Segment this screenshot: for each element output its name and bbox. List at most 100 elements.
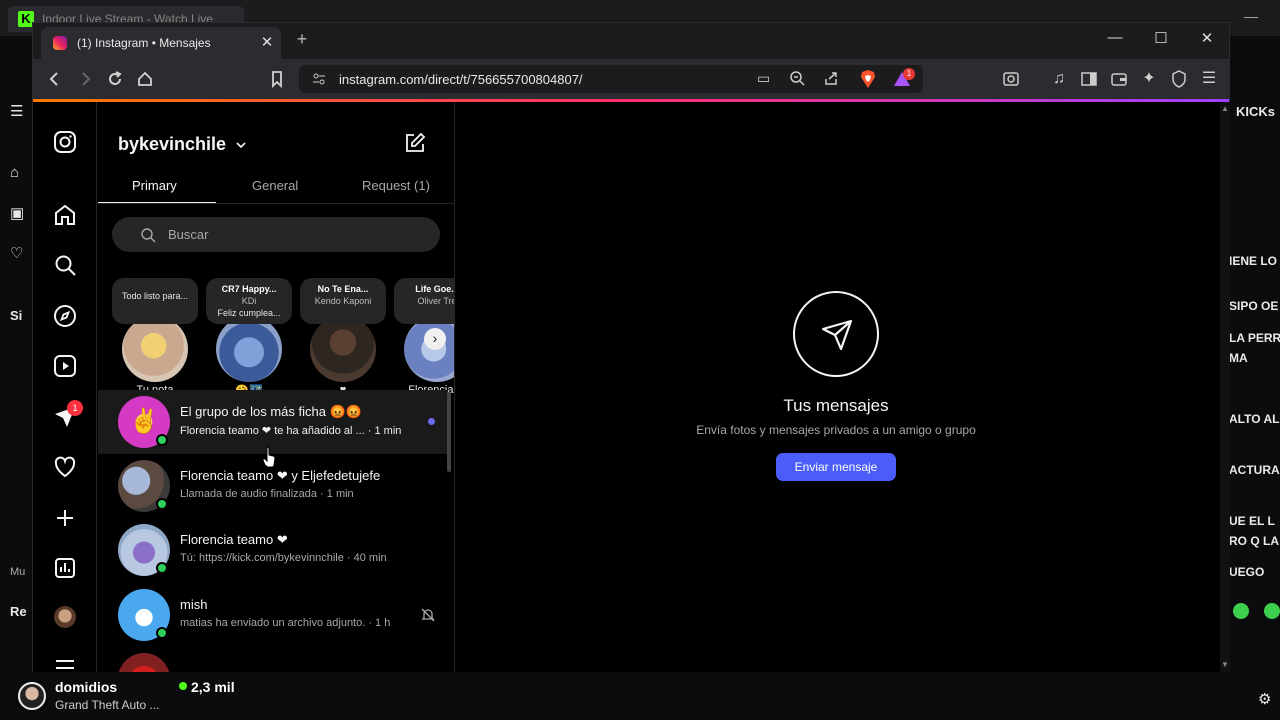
note-text: Todo listo para... — [121, 291, 189, 301]
sidebar-label-re: Re — [10, 604, 27, 619]
tabs-divider — [98, 203, 454, 204]
list-scrollbar[interactable] — [447, 392, 451, 472]
page-scrollbar[interactable]: ▲ ▼ — [1220, 102, 1230, 672]
conversation-preview: Florencia teamo ❤ te ha añadido al ... ·… — [180, 425, 402, 437]
back-icon[interactable] — [45, 69, 65, 89]
empty-state-title: Tus mensajes — [783, 396, 889, 415]
note-avatar[interactable] — [122, 316, 188, 382]
heart-icon[interactable]: ♡ — [10, 244, 30, 264]
tab-close-icon[interactable]: ✕ — [259, 33, 275, 51]
leo-ai-icon[interactable]: ✦ — [1139, 69, 1159, 89]
compose-icon[interactable] — [404, 132, 426, 154]
scroll-up-icon[interactable]: ▲ — [1221, 104, 1229, 113]
share-icon[interactable] — [823, 70, 839, 91]
more-menu-icon[interactable] — [53, 658, 77, 672]
tab-bar: (1) Instagram • Mensajes ✕ + — ☐ ✕ — [33, 23, 1229, 59]
online-status-icon — [156, 562, 168, 574]
conversation-item[interactable]: ✌ El grupo de los más ficha 😡😡 Florencia… — [98, 390, 448, 454]
chat-line: IENE LO — [1229, 254, 1278, 268]
mouse-cursor-icon — [262, 446, 276, 468]
close-window-button[interactable]: ✕ — [1195, 29, 1219, 47]
note-bubble[interactable]: CR7 Happy... KDi Feliz cumplea... — [206, 278, 292, 324]
home-icon[interactable] — [135, 69, 155, 89]
profile-avatar[interactable] — [54, 606, 76, 628]
account-username[interactable]: bykevinchile — [118, 134, 226, 155]
brave-shield-icon[interactable] — [859, 69, 877, 94]
media-icon[interactable]: ♫ — [1049, 69, 1069, 89]
bookmark-icon[interactable] — [267, 69, 287, 89]
menu-icon[interactable]: ☰ — [10, 102, 30, 122]
background-minimize-icon[interactable]: — — [1244, 8, 1258, 24]
conversation-item[interactable]: mish matias ha enviado un archivo adjunt… — [98, 583, 448, 647]
browser-menu-icon[interactable]: ☰ — [1199, 69, 1219, 89]
browser-toolbar: instagram.com/direct/t/756655700804807/ … — [33, 59, 1229, 99]
explore-icon[interactable] — [53, 304, 77, 328]
reels-icon[interactable] — [53, 354, 77, 378]
unread-dot-icon — [428, 418, 435, 425]
new-tab-button[interactable]: + — [293, 29, 311, 50]
streamer-avatar[interactable] — [18, 682, 46, 710]
note-avatar[interactable] — [310, 316, 376, 382]
search-icon — [140, 227, 156, 243]
online-status-icon — [156, 434, 168, 446]
note-text: Feliz cumplea... — [217, 308, 281, 318]
chat-line: ALTO AL — [1229, 412, 1280, 426]
live-dot-icon — [179, 682, 187, 690]
search-icon[interactable] — [53, 253, 77, 277]
tab-instagram[interactable]: (1) Instagram • Mensajes ✕ — [41, 27, 281, 59]
search-box[interactable] — [112, 217, 440, 252]
instagram-logo-icon[interactable] — [53, 130, 77, 154]
tab-primary[interactable]: Primary — [132, 178, 177, 193]
maximize-button[interactable]: ☐ — [1149, 29, 1173, 47]
conversation-list-panel: bykevinchile Primary General Request (1) — [98, 102, 455, 672]
cast-icon[interactable]: ▭ — [757, 70, 770, 87]
chevron-down-icon[interactable] — [234, 138, 248, 152]
note-artist: KDi — [241, 296, 257, 306]
rewards-icon[interactable]: 1 — [893, 68, 915, 92]
url-text: instagram.com/direct/t/756655700804807/ — [339, 72, 583, 87]
streamer-game[interactable]: Grand Theft Auto ... — [55, 698, 160, 712]
settings-icon[interactable]: ⚙ — [1258, 690, 1271, 708]
note-bubble[interactable]: Life Goe... Oliver Tre — [394, 278, 455, 324]
note-song-title: No Te Ena... — [317, 284, 369, 294]
chat-header: KICKs — [1236, 104, 1276, 119]
conversation-name: Florencia teamo ❤ y Eljefedetujefe — [180, 468, 381, 483]
browse-icon[interactable]: ▣ — [10, 204, 30, 224]
conversation-preview: matias ha enviado un archivo adjunto. · … — [180, 617, 391, 629]
address-bar[interactable]: instagram.com/direct/t/756655700804807/ … — [299, 65, 923, 93]
browser-window: (1) Instagram • Mensajes ✕ + — ☐ ✕ insta… — [32, 22, 1230, 672]
create-icon[interactable] — [53, 506, 77, 530]
reload-icon[interactable] — [105, 69, 125, 89]
notifications-icon[interactable] — [53, 455, 77, 479]
streamer-name[interactable]: domidios — [55, 679, 117, 695]
vpn-icon[interactable] — [1169, 69, 1189, 89]
zoom-icon[interactable] — [789, 70, 805, 91]
send-message-button[interactable]: Enviar mensaje — [776, 453, 896, 481]
home-icon[interactable]: ⌂ — [10, 164, 30, 184]
conversation-item[interactable]: Florencia teamo ❤ Tú: https://kick.com/b… — [98, 518, 448, 582]
minimize-button[interactable]: — — [1103, 29, 1127, 46]
tab-general[interactable]: General — [252, 178, 298, 193]
viewer-count: 2,3 mil — [191, 679, 235, 695]
note-bubble[interactable]: Todo listo para... — [112, 278, 198, 324]
note-artist: Oliver Tre — [417, 296, 455, 306]
tab-title: (1) Instagram • Mensajes — [77, 36, 211, 50]
dashboard-icon[interactable] — [53, 556, 77, 580]
chevron-right-icon[interactable]: › — [424, 328, 446, 350]
background-left-nav: ☰ ⌂ ▣ ♡ Si Mu Re — [0, 36, 34, 686]
message-empty-state: Tus mensajes Envía fotos y mensajes priv… — [456, 102, 1220, 672]
wallet-icon[interactable] — [1109, 69, 1129, 89]
note-avatar[interactable] — [216, 316, 282, 382]
site-settings-icon[interactable] — [311, 71, 327, 87]
sidebar-icon[interactable] — [1079, 69, 1099, 89]
forward-icon[interactable] — [75, 69, 95, 89]
tab-requests[interactable]: Request (1) — [362, 178, 430, 193]
scroll-down-icon[interactable]: ▼ — [1221, 660, 1229, 669]
conversation-preview: Tú: https://kick.com/bykevinnchile · 40 … — [180, 552, 387, 564]
home-icon[interactable] — [53, 203, 77, 227]
note-bubble[interactable]: No Te Ena... Kendo Kaponi — [300, 278, 386, 324]
conversation-avatar — [118, 653, 170, 672]
search-input[interactable] — [168, 217, 428, 252]
screenshot-icon[interactable] — [1001, 69, 1021, 89]
conversation-item[interactable] — [98, 647, 448, 672]
